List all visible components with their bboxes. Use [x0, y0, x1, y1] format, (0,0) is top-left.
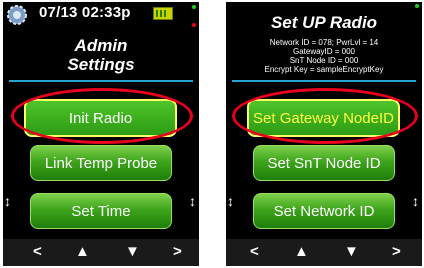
scroll-indicator-right: ↕	[412, 193, 419, 209]
status-bar: 07/13 02:33p	[3, 2, 199, 27]
scroll-indicator-left: ↕	[4, 193, 11, 209]
divider	[9, 80, 193, 82]
battery-icon	[153, 7, 173, 20]
set-snt-node-id-button[interactable]: Set SnT Node ID	[253, 145, 395, 181]
status-led-green	[415, 4, 419, 8]
page-title: Admin	[74, 36, 128, 55]
nav-bar: < ▲ ▼ >	[3, 239, 199, 266]
encrypt-key-info: Encrypt Key = sampleEncryptKey	[264, 65, 384, 74]
highlight-ring	[232, 88, 418, 144]
set-up-radio-screen: Set UP Radio Network ID = 078; PwrLvl = …	[226, 2, 422, 266]
nav-up-button[interactable]: ▲	[294, 243, 309, 260]
scroll-indicator-right: ↕	[189, 193, 196, 209]
nav-up-button[interactable]: ▲	[75, 243, 90, 260]
page-title: Set UP Radio	[270, 13, 378, 32]
highlight-ring	[11, 88, 193, 144]
scroll-indicator-left: ↕	[227, 193, 234, 209]
set-network-id-button[interactable]: Set Network ID	[253, 193, 395, 229]
nav-left-button[interactable]: <	[250, 243, 259, 260]
nav-right-button[interactable]: >	[173, 243, 182, 260]
nav-right-button[interactable]: >	[392, 243, 401, 260]
set-time-button[interactable]: Set Time	[30, 193, 172, 229]
gear-icon[interactable]	[5, 3, 29, 27]
admin-settings-screen: 07/13 02:33p Admin Settings Init Radio L…	[3, 2, 199, 266]
status-led-red	[192, 23, 196, 27]
nav-down-button[interactable]: ▼	[344, 243, 359, 260]
nav-bar: < ▲ ▼ >	[226, 239, 422, 266]
datetime: 07/13 02:33p	[39, 4, 131, 21]
link-temp-probe-button[interactable]: Link Temp Probe	[30, 145, 172, 181]
page-title-line2: Settings	[67, 55, 135, 74]
divider	[232, 80, 416, 82]
status-led-green	[192, 5, 196, 9]
nav-left-button[interactable]: <	[33, 243, 42, 260]
nav-down-button[interactable]: ▼	[125, 243, 140, 260]
